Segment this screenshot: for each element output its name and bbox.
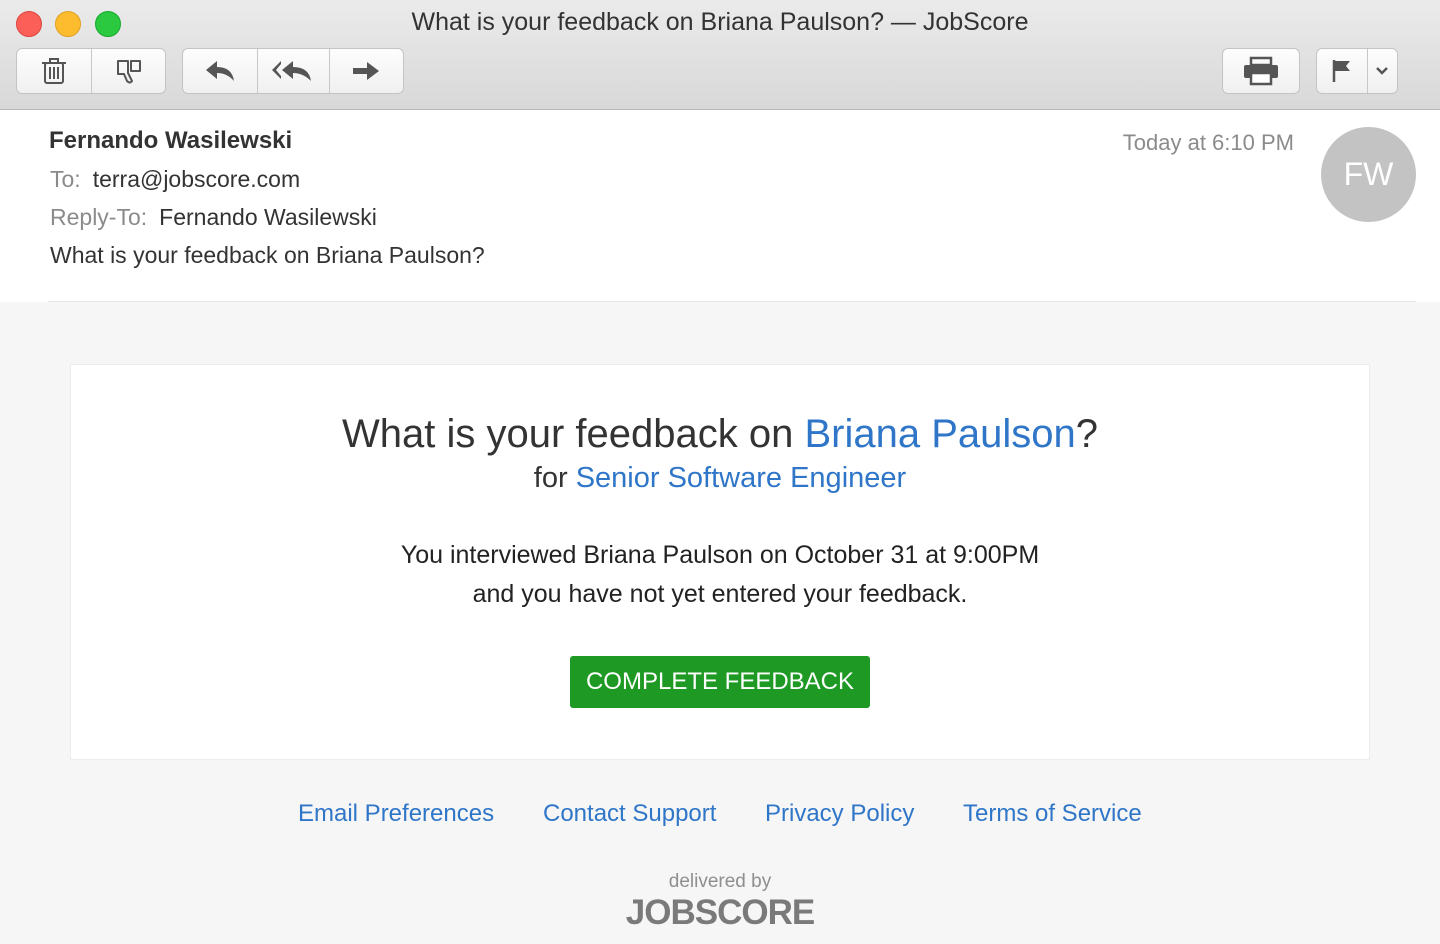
reply-to-label: Reply-To: — [50, 204, 148, 230]
headline-prefix: What is your feedback on — [341, 412, 805, 456]
reply-all-button[interactable] — [258, 49, 330, 93]
complete-feedback-button[interactable]: COMPLETE FEEDBACK — [570, 656, 870, 708]
contact-support-link[interactable]: Contact Support — [543, 800, 716, 828]
delete-junk-group — [16, 48, 166, 94]
body-line-2: and you have not yet entered your feedba… — [472, 580, 968, 608]
print-button[interactable] — [1223, 49, 1299, 93]
email-preferences-link[interactable]: Email Preferences — [298, 800, 494, 828]
sender-name: Fernando Wasilewski — [49, 127, 293, 154]
subject: What is your feedback on Briana Paulson? — [50, 242, 485, 268]
reply-all-icon — [271, 58, 315, 84]
headline-suffix: ? — [1075, 412, 1098, 456]
flag-menu-button[interactable] — [1368, 49, 1397, 93]
to-row: To: terra@jobscore.com — [50, 166, 300, 193]
print-group — [1222, 48, 1300, 94]
header-divider — [48, 301, 1416, 302]
for-label: for — [533, 462, 576, 494]
forward-button[interactable] — [330, 49, 403, 93]
job-title-link[interactable]: Senior Software Engineer — [576, 462, 906, 494]
job-line: for Senior Software Engineer — [0, 462, 1440, 495]
flag-button[interactable] — [1317, 49, 1368, 93]
reply-icon — [203, 58, 237, 84]
flag-icon — [1331, 58, 1353, 84]
privacy-policy-link[interactable]: Privacy Policy — [765, 800, 914, 828]
junk-button[interactable] — [92, 49, 165, 93]
chevron-down-icon — [1375, 66, 1389, 76]
delivered-by: delivered by — [668, 871, 772, 892]
body-line-1: You interviewed Briana Paulson on Octobe… — [400, 541, 1040, 569]
to-label: To: — [50, 166, 81, 192]
trash-icon — [41, 57, 67, 85]
delete-button[interactable] — [17, 49, 92, 93]
avatar: FW — [1321, 127, 1416, 222]
reply-to-address[interactable]: Fernando Wasilewski — [159, 204, 377, 230]
print-icon — [1242, 56, 1280, 86]
reply-group — [182, 48, 404, 94]
flag-group — [1316, 48, 1398, 94]
terms-of-service-link[interactable]: Terms of Service — [963, 800, 1142, 828]
message-date: Today at 6:10 PM — [1122, 130, 1294, 155]
candidate-link[interactable]: Briana Paulson — [804, 412, 1075, 456]
window-title: What is your feedback on Briana Paulson?… — [411, 8, 1029, 36]
window-titlebar: What is your feedback on Briana Paulson?… — [0, 0, 1440, 110]
jobscore-logo[interactable]: JOBSCORE — [0, 893, 1440, 933]
forward-icon — [349, 58, 383, 84]
reply-button[interactable] — [183, 49, 259, 93]
email-headline: What is your feedback on Briana Paulson? — [0, 412, 1440, 457]
to-address[interactable]: terra@jobscore.com — [93, 166, 300, 192]
reply-to-row: Reply-To: Fernando Wasilewski — [50, 204, 377, 231]
junk-icon — [114, 57, 144, 85]
